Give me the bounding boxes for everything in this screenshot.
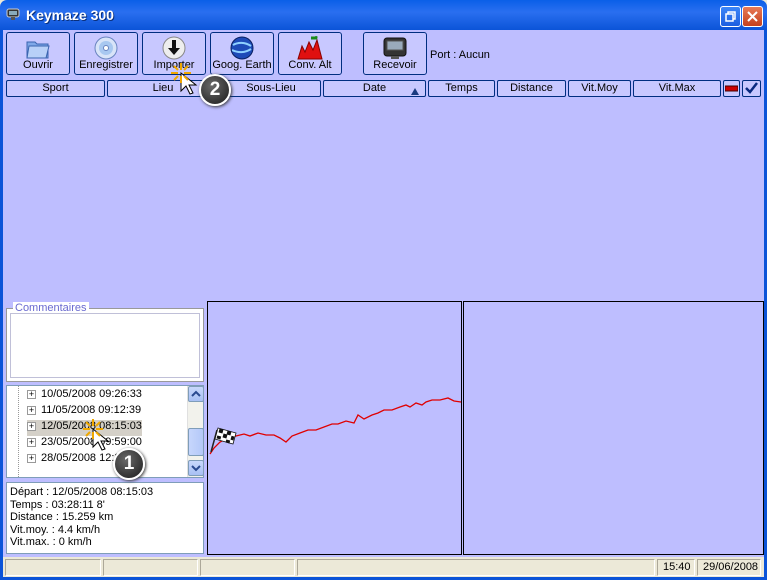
info-max-speed: Vit.max. : 0 km/h <box>10 536 92 548</box>
select-all-icon[interactable] <box>742 80 761 97</box>
scroll-thumb[interactable] <box>188 428 203 456</box>
tree-item[interactable]: +11/05/2008 09:12:39 <box>27 404 141 420</box>
info-avg-speed: Vit.moy. : 4.4 km/h <box>10 523 101 536</box>
expand-icon[interactable]: + <box>27 421 36 431</box>
status-date: 29/06/2008 <box>697 559 761 576</box>
scroll-up-icon[interactable] <box>188 386 203 402</box>
deselect-all-icon[interactable] <box>723 80 740 97</box>
step-badge-1: 1 <box>113 448 145 480</box>
column-sport[interactable]: Sport <box>6 80 105 97</box>
checkered-flag-icon <box>210 427 237 453</box>
altitude-conversion-button[interactable]: Conv. Alt <box>278 32 342 75</box>
expand-icon[interactable]: + <box>27 405 36 415</box>
track-map-panel[interactable] <box>207 301 462 555</box>
tree-item[interactable]: +10/05/2008 09:26:33 <box>27 388 142 404</box>
column-distance[interactable]: Distance <box>497 80 566 97</box>
tree-scrollbar[interactable] <box>187 386 203 477</box>
session-list[interactable] <box>3 100 764 300</box>
restore-button[interactable] <box>720 6 741 27</box>
step-badge-2: 2 <box>199 74 231 106</box>
column-temps[interactable]: Temps <box>428 80 495 97</box>
google-earth-button[interactable]: Goog. Earth <box>210 32 274 75</box>
info-start: Départ : 12/05/2008 08:15:03 <box>10 486 154 498</box>
comments-field[interactable] <box>10 313 200 378</box>
app-icon <box>6 8 20 21</box>
expand-icon[interactable]: + <box>27 453 36 463</box>
port-status: Port : Aucun <box>430 49 490 61</box>
info-distance: Distance : 15.259 km <box>10 511 114 523</box>
column-vit-moy[interactable]: Vit.Moy <box>568 80 631 97</box>
info-time: Temps : 03:28:11 8' <box>10 498 105 511</box>
session-info: Départ : 12/05/2008 08:15:03 Temps : 03:… <box>6 482 204 554</box>
click-burst-icon <box>83 419 103 439</box>
comments-box: Commentaires <box>6 302 204 382</box>
column-vit-max[interactable]: Vit.Max <box>633 80 721 97</box>
track-line <box>209 397 461 455</box>
status-bar: 15:40 29/06/2008 <box>3 557 764 577</box>
scroll-down-icon[interactable] <box>188 460 203 476</box>
expand-icon[interactable]: + <box>27 389 36 399</box>
sort-ascending-icon <box>411 85 419 100</box>
window-title: Keymaze 300 <box>26 7 114 23</box>
close-button[interactable] <box>742 6 763 27</box>
expand-icon[interactable]: + <box>27 437 36 447</box>
column-sous-lieu[interactable]: Sous-Lieu <box>221 80 321 97</box>
save-button[interactable]: Enregistrer <box>74 32 138 75</box>
receive-button[interactable]: Recevoir <box>363 32 427 75</box>
client-area: Ouvrir Enregistrer Importer Goog. Earth … <box>3 30 764 557</box>
status-time: 15:40 <box>657 559 695 576</box>
tree-item[interactable]: +28/05/2008 12:37 <box>27 452 127 468</box>
open-button[interactable]: Ouvrir <box>6 32 70 75</box>
click-burst-icon <box>171 63 191 83</box>
title-bar[interactable]: Keymaze 300 <box>0 0 767 30</box>
profile-panel[interactable] <box>463 301 764 555</box>
column-date[interactable]: Date <box>323 80 426 97</box>
